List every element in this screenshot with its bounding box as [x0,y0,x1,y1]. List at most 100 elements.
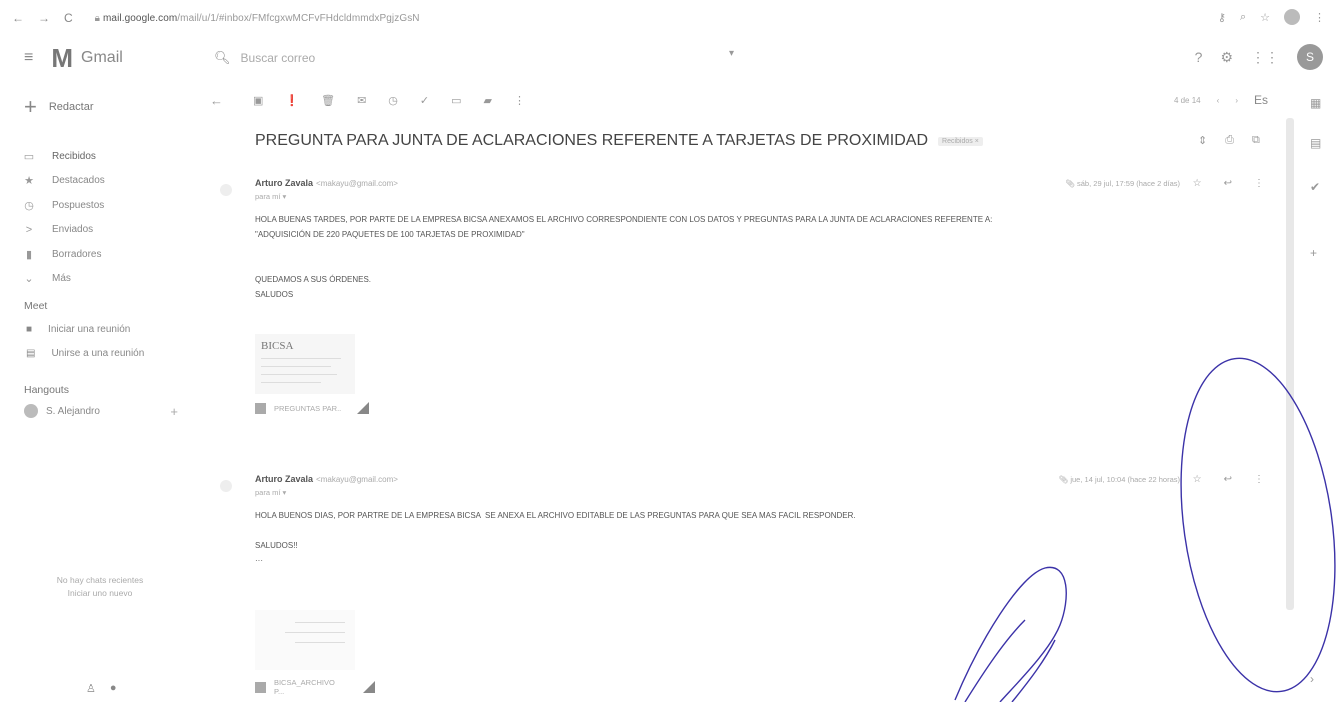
thumb-line [261,358,341,359]
expand-all-icon[interactable]: ⇕ [1198,134,1207,147]
inbox-icon: ▭ [23,150,35,163]
input-language-selector[interactable]: Es [1254,93,1268,107]
newer-chevron-icon[interactable]: ‹ [1217,96,1220,105]
address-bar[interactable]: 🔒︎ mail.google.com/mail/u/1/#inbox/FMfcg… [95,13,420,24]
hangouts-section-title: Hangouts [24,384,69,396]
sidebar-item-inbox[interactable]: ▭ Recibidos [22,144,182,169]
message-more-icon[interactable]: ⋮ [1254,178,1264,189]
calendar-icon[interactable]: ▦ [1310,96,1321,110]
zoom-icon[interactable]: ⌕ [1240,11,1246,24]
start-meeting-item[interactable]: ■ Iniciar una reunión [26,324,130,335]
star-message-icon[interactable]: ☆ [1193,474,1202,485]
keep-icon[interactable]: ▤ [1310,136,1321,150]
back-arrow-icon[interactable]: ← [12,11,24,25]
side-panel: ▦ ▤ ✔ + › [1300,86,1337,702]
sidebar-item-more[interactable]: ⌄ Más [22,267,182,292]
compose-label: Redactar [48,101,94,113]
message-body: HOLA BUENOS DIAS, POR PARTRE DE LA EMPRE… [255,511,856,565]
thread-subject-row: PREGUNTA PARA JUNTA DE ACLARACIONES REFE… [255,132,983,150]
add-addon-icon[interactable]: + [1310,246,1317,260]
delete-icon[interactable]: 🗑︎ [321,94,335,107]
thumb-line [295,642,345,643]
join-meeting-item[interactable]: ▤ Unirse a una reunión [26,348,144,359]
sidebar-item-label: Pospuestos [52,199,105,211]
back-to-inbox-icon[interactable]: ← [210,93,223,108]
reload-icon[interactable]: C [64,11,73,25]
sender-name: Arturo Zavala [255,474,314,484]
attachment-brand: BICSA [261,340,294,352]
show-panel-chevron-icon[interactable]: › [1310,672,1314,686]
sidebar-item-snoozed[interactable]: ◷ Pospuestos [22,193,182,218]
search-bar[interactable]: 🔍︎ Buscar correo ▾ [214,46,734,70]
plus-icon: + [24,94,37,119]
page-corner-icon [357,402,370,414]
add-chat-icon[interactable]: + [170,404,178,419]
bookmark-star-icon[interactable]: ☆ [1260,11,1270,24]
attachment-thumbnail [255,610,355,670]
thread-scrollbar[interactable] [1286,118,1294,610]
search-input[interactable]: Buscar correo [241,51,316,65]
gmail-logo[interactable]: M Gmail [51,45,122,71]
sidebar-item-label: Enviados [52,224,94,236]
gmail-header: ≡ M Gmail 🔍︎ Buscar correo ▾ ? ⚙ ⋮⋮ S [0,36,1337,80]
attachment-card[interactable]: BICSA PREGUNTAS PAR.. [255,334,375,424]
settings-gear-icon[interactable]: ⚙ [1220,49,1233,66]
sender-line[interactable]: Arturo Zavala <makayu@gmail.com> [255,178,398,188]
attachment-card[interactable]: BICSA_ARCHIVO P... [255,610,375,700]
open-new-window-icon[interactable]: ⧉ [1252,134,1260,147]
snooze-icon[interactable]: ◷ [388,94,398,107]
profile-icon[interactable] [1284,9,1300,25]
move-to-icon[interactable]: ▭ [451,94,461,107]
search-icon[interactable]: 🔍︎ [214,50,231,66]
start-new-chat-link[interactable]: Iniciar uno nuevo [40,587,160,600]
attachment-name: PREGUNTAS PAR.. [274,403,342,413]
star-message-icon[interactable]: ☆ [1193,178,1202,189]
hangouts-user-name: S. Alejandro [46,405,100,417]
hangouts-user[interactable]: S. Alejandro + [24,404,184,419]
person-icon[interactable]: ♙ [86,682,96,695]
message-1: Arturo Zavala <makayu@gmail.com> para mí … [220,178,1280,438]
document-icon [255,402,266,414]
browser-toolbar: ← → C 🔒︎ mail.google.com/mail/u/1/#inbox… [0,0,1337,36]
document-icon [255,681,266,693]
send-icon: > [25,223,33,236]
sender-line[interactable]: Arturo Zavala <makayu@gmail.com> [255,474,398,484]
main-menu-icon[interactable]: ≡ [24,49,33,67]
sidebar-item-starred[interactable]: ★ Destacados [22,169,182,194]
tasks-icon[interactable]: ✔ [1310,180,1320,194]
reply-icon[interactable]: ↩ [1224,178,1232,189]
chevron-down-icon: ⌄ [24,273,34,286]
apps-grid-icon[interactable]: ⋮⋮ [1251,49,1279,66]
chat-bubble-icon[interactable]: ● [110,682,117,695]
report-spam-icon[interactable]: ❗ [285,94,299,107]
forward-arrow-icon[interactable]: → [38,11,50,25]
browser-menu-icon[interactable]: ⋮ [1314,11,1325,24]
inbox-label-chip[interactable]: Recibidos × [938,136,983,146]
message-more-icon[interactable]: ⋮ [1254,474,1264,485]
reply-icon[interactable]: ↩ [1224,474,1232,485]
recipients-toggle[interactable]: para mí ▾ [255,488,286,497]
sidebar-item-sent[interactable]: > Enviados [22,218,182,243]
compose-button[interactable]: + Redactar [24,96,94,118]
thumb-line [261,366,331,367]
message-body: HOLA BUENAS TARDES, POR PARTE DE LA EMPR… [255,215,993,299]
label-icon[interactable]: ▰ [484,94,492,107]
more-options-icon[interactable]: ⋮ [514,94,525,107]
attachment-name: BICSA_ARCHIVO P... [273,678,335,696]
help-icon[interactable]: ? [1195,49,1203,65]
add-task-icon[interactable]: ✓ [420,94,429,107]
draft-icon: ▮ [25,248,33,261]
key-icon[interactable]: ⚷ [1218,11,1226,24]
sidebar: + Redactar ▭ Recibidos ★ Destacados ◷ Po… [0,86,190,702]
recipients-toggle[interactable]: para mí ▾ [255,192,286,201]
search-options-icon[interactable]: ▾ [729,48,734,59]
account-avatar[interactable]: S [1297,44,1323,70]
print-icon[interactable]: ⎙ [1225,134,1234,147]
older-chevron-icon[interactable]: › [1235,96,1238,105]
sidebar-item-label: Borradores [52,248,102,260]
no-chats-message: No hay chats recientes Iniciar uno nuevo [40,574,160,600]
archive-icon[interactable]: ▣ [253,94,263,107]
mark-unread-icon[interactable]: ✉ [357,94,366,107]
sidebar-item-drafts[interactable]: ▮ Borradores [22,242,182,267]
thumb-line [285,632,345,633]
